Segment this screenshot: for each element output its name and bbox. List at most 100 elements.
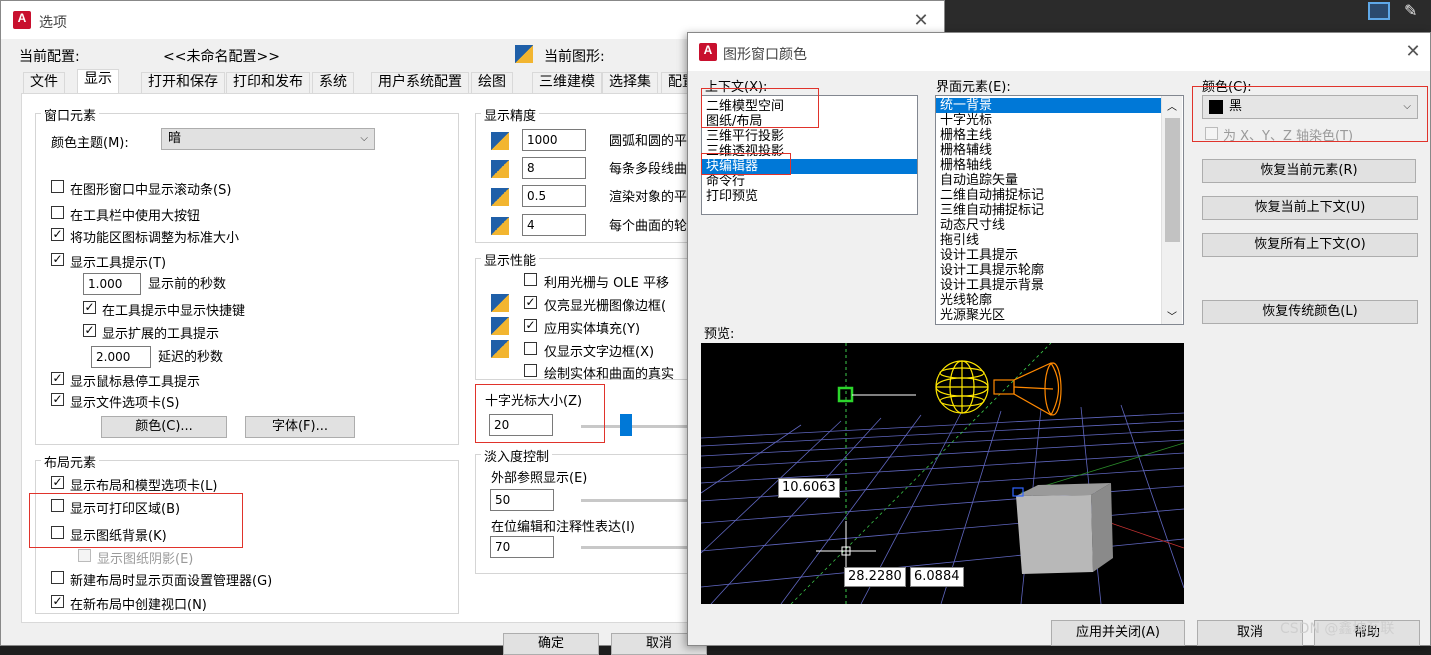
- interface-element-item[interactable]: 栅格辅线: [936, 143, 1161, 158]
- interface-element-item[interactable]: 自动追踪矢量: [936, 173, 1161, 188]
- raster-frame-checkbox[interactable]: ✓: [524, 296, 537, 309]
- tab-3d-modeling[interactable]: 三维建模: [532, 72, 602, 93]
- restore-current-element-button[interactable]: 恢复当前元素(R): [1202, 159, 1416, 183]
- interface-element-item[interactable]: 统一背景: [936, 98, 1161, 113]
- layer-icon[interactable]: [1368, 2, 1390, 20]
- interface-list-scrollbar[interactable]: ︿ ﹀: [1161, 96, 1182, 324]
- current-drawing-label: 当前图形:: [544, 49, 605, 65]
- text-frame-checkbox[interactable]: [524, 342, 537, 355]
- context-list[interactable]: 二维模型空间 图纸/布局 三维平行投影 三维透视投影 块编辑器 命令行 打印预览: [701, 95, 918, 215]
- crosshair-size-input[interactable]: 20: [489, 414, 553, 436]
- resize-ribbon-checkbox[interactable]: ✓: [51, 228, 64, 241]
- polyline-segments-input[interactable]: 8: [522, 157, 586, 179]
- layout-model-tabs-checkbox[interactable]: ✓: [51, 476, 64, 489]
- true-silhouettes-checkbox[interactable]: [524, 364, 537, 377]
- ok-button[interactable]: 确定: [503, 633, 599, 655]
- text-frame-label: 仅显示文字边框(X): [544, 345, 655, 360]
- color-select[interactable]: 黑 ⌵: [1202, 95, 1418, 119]
- interface-element-item[interactable]: 栅格主线: [936, 128, 1161, 143]
- scroll-down-icon[interactable]: ﹀: [1167, 308, 1177, 323]
- preview-dimension-value: 10.6063: [778, 478, 840, 498]
- interface-element-item[interactable]: 十字光标: [936, 113, 1161, 128]
- fonts-button[interactable]: 字体(F)...: [245, 416, 355, 438]
- show-tooltips-checkbox[interactable]: ✓: [51, 253, 64, 266]
- scroll-up-icon[interactable]: ︿: [1167, 98, 1177, 113]
- show-tooltips-label: 显示工具提示(T): [70, 256, 167, 271]
- color-theme-select[interactable]: 暗 ⌵: [161, 128, 375, 150]
- context-item[interactable]: 二维模型空间: [702, 99, 917, 114]
- tab-selection[interactable]: 选择集: [602, 72, 658, 93]
- tab-open-save[interactable]: 打开和保存: [141, 72, 225, 93]
- scrollbars-checkbox[interactable]: [51, 180, 64, 193]
- tab-drafting[interactable]: 绘图: [471, 72, 513, 93]
- delay-seconds-input[interactable]: 2.000: [91, 346, 151, 368]
- color-swatch: [1209, 100, 1223, 114]
- tab-system[interactable]: 系统: [312, 72, 354, 93]
- interface-element-item[interactable]: 三维自动捕捉标记: [936, 203, 1161, 218]
- arc-resolution-label: 圆弧和圆的平: [609, 134, 688, 149]
- create-viewport-label: 在新布局中创建视口(N): [70, 598, 207, 613]
- tint-axes-checkbox[interactable]: [1205, 127, 1218, 140]
- interface-element-list[interactable]: 统一背景 十字光标 栅格主线 栅格辅线 栅格轴线 自动追踪矢量 二维自动捕捉标记 三维自动捕捉…: [935, 95, 1184, 325]
- interface-element-item[interactable]: 设计工具提示轮廓: [936, 263, 1161, 278]
- context-item[interactable]: 三维平行投影: [702, 129, 917, 144]
- page-setup-manager-checkbox[interactable]: [51, 571, 64, 584]
- crosshair-size-track[interactable]: [581, 425, 695, 428]
- delay-seconds-label: 延迟的秒数: [158, 350, 224, 365]
- restore-classic-colors-button[interactable]: 恢复传统颜色(L): [1202, 300, 1418, 324]
- tab-files[interactable]: 文件: [23, 72, 65, 93]
- interface-element-item[interactable]: 栅格轴线: [936, 158, 1161, 173]
- solid-fill-checkbox[interactable]: ✓: [524, 319, 537, 332]
- interface-element-item[interactable]: 拖引线: [936, 233, 1161, 248]
- show-shortcuts-checkbox[interactable]: ✓: [83, 301, 96, 314]
- large-buttons-label: 在工具栏中使用大按钮: [70, 209, 201, 224]
- rendered-smoothness-input[interactable]: 0.5: [522, 185, 586, 207]
- close-icon[interactable]: ✕: [1403, 42, 1423, 62]
- file-tabs-checkbox[interactable]: ✓: [51, 393, 64, 406]
- interface-element-item[interactable]: 二维自动捕捉标记: [936, 188, 1161, 203]
- close-icon[interactable]: ✕: [911, 11, 931, 31]
- context-item[interactable]: 三维透视投影: [702, 144, 917, 159]
- pencil-icon[interactable]: ✎: [1404, 2, 1424, 20]
- tab-display[interactable]: 显示: [77, 69, 119, 93]
- create-viewport-checkbox[interactable]: ✓: [51, 595, 64, 608]
- paper-shadow-checkbox[interactable]: [78, 549, 91, 562]
- restore-current-context-button[interactable]: 恢复当前上下文(U): [1202, 196, 1418, 220]
- drawing-icon: [515, 45, 533, 63]
- crosshair-size-thumb[interactable]: [619, 414, 632, 436]
- interface-element-item[interactable]: 设计工具提示背景: [936, 278, 1161, 293]
- extended-tooltips-checkbox[interactable]: ✓: [83, 324, 96, 337]
- layout-elements-title: 布局元素: [41, 452, 100, 471]
- interface-element-item[interactable]: 光源聚光区: [936, 308, 1161, 323]
- preview-coordinate-y: 6.0884: [910, 567, 964, 587]
- interface-element-item[interactable]: 设计工具提示: [936, 248, 1161, 263]
- autocad-logo-icon: A: [13, 11, 31, 29]
- context-item[interactable]: 图纸/布局: [702, 114, 917, 129]
- scroll-thumb[interactable]: [1165, 118, 1180, 242]
- raster-ole-pan-checkbox[interactable]: [524, 273, 537, 286]
- tooltip-seconds-input[interactable]: 1.000: [83, 273, 141, 295]
- xref-display-input[interactable]: 50: [490, 489, 554, 511]
- large-buttons-checkbox[interactable]: [51, 206, 64, 219]
- restore-all-contexts-button[interactable]: 恢复所有上下文(O): [1202, 233, 1418, 257]
- interface-element-label: 界面元素(E):: [936, 80, 1011, 95]
- context-label: 上下文(X):: [705, 80, 768, 95]
- options-window-title: 选项: [39, 15, 67, 31]
- xref-display-track[interactable]: [581, 499, 695, 502]
- apply-close-button[interactable]: 应用并关闭(A): [1051, 620, 1185, 646]
- context-item[interactable]: 块编辑器: [702, 159, 917, 174]
- context-item[interactable]: 打印预览: [702, 189, 917, 204]
- context-item[interactable]: 命令行: [702, 174, 917, 189]
- paper-background-checkbox[interactable]: [51, 526, 64, 539]
- tab-user-preferences[interactable]: 用户系统配置: [371, 72, 469, 93]
- interface-element-item[interactable]: 动态尺寸线: [936, 218, 1161, 233]
- arc-resolution-input[interactable]: 1000: [522, 129, 586, 151]
- tab-plot-publish[interactable]: 打印和发布: [226, 72, 310, 93]
- printable-area-checkbox[interactable]: [51, 499, 64, 512]
- rollover-tooltips-checkbox[interactable]: ✓: [51, 372, 64, 385]
- inplace-edit-track[interactable]: [581, 546, 695, 549]
- colors-button[interactable]: 颜色(C)...: [101, 416, 227, 438]
- inplace-edit-input[interactable]: 70: [490, 536, 554, 558]
- contour-lines-input[interactable]: 4: [522, 214, 586, 236]
- interface-element-item[interactable]: 光线轮廓: [936, 293, 1161, 308]
